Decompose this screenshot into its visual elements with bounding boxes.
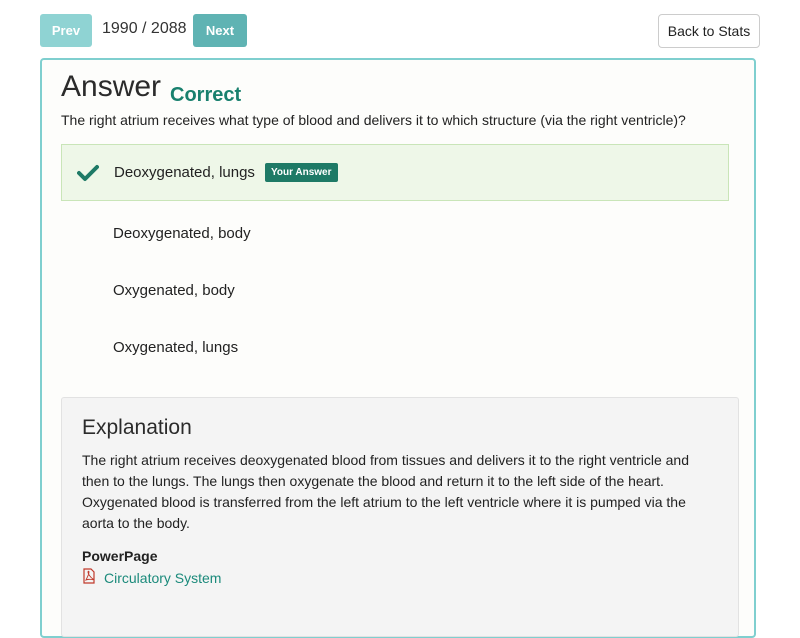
explanation-text: The right atrium receives deoxygenated b… bbox=[82, 452, 689, 531]
choice-4[interactable]: Oxygenated, lungs bbox=[61, 319, 729, 376]
explanation-panel: Explanation The right atrium receives de… bbox=[61, 397, 739, 637]
choice-label: Oxygenated, lungs bbox=[113, 339, 239, 356]
choice-1[interactable]: Deoxygenated, lungs Your Answer bbox=[61, 144, 729, 201]
navigation-bar: Prev 1990 / 2088 Next Back to Stats bbox=[40, 14, 760, 48]
choice-2[interactable]: Deoxygenated, body bbox=[61, 205, 729, 262]
choice-label: Deoxygenated, lungs bbox=[114, 164, 255, 181]
powerpage-link-text[interactable]: Circulatory System bbox=[104, 570, 221, 586]
next-button[interactable]: Next bbox=[193, 14, 247, 47]
check-icon bbox=[62, 164, 114, 182]
choice-3[interactable]: Oxygenated, body bbox=[61, 262, 729, 319]
back-to-stats-button[interactable]: Back to Stats bbox=[658, 14, 760, 48]
answer-title: Answer bbox=[61, 70, 162, 103]
prev-button[interactable]: Prev bbox=[40, 14, 92, 47]
choice-label: Oxygenated, body bbox=[113, 282, 235, 299]
result-status: Correct bbox=[170, 84, 242, 106]
question-text: The right atrium receives what type of b… bbox=[61, 112, 686, 128]
explanation-title: Explanation bbox=[82, 416, 192, 439]
question-counter: 1990 / 2088 bbox=[102, 20, 187, 37]
answer-card: Answer Correct The right atrium receives… bbox=[40, 58, 756, 638]
powerpage-label: PowerPage bbox=[82, 548, 158, 564]
your-answer-badge: Your Answer bbox=[264, 163, 338, 182]
powerpage-link[interactable]: Circulatory System bbox=[82, 568, 718, 587]
pdf-icon bbox=[82, 568, 96, 587]
choice-label: Deoxygenated, body bbox=[113, 225, 251, 242]
